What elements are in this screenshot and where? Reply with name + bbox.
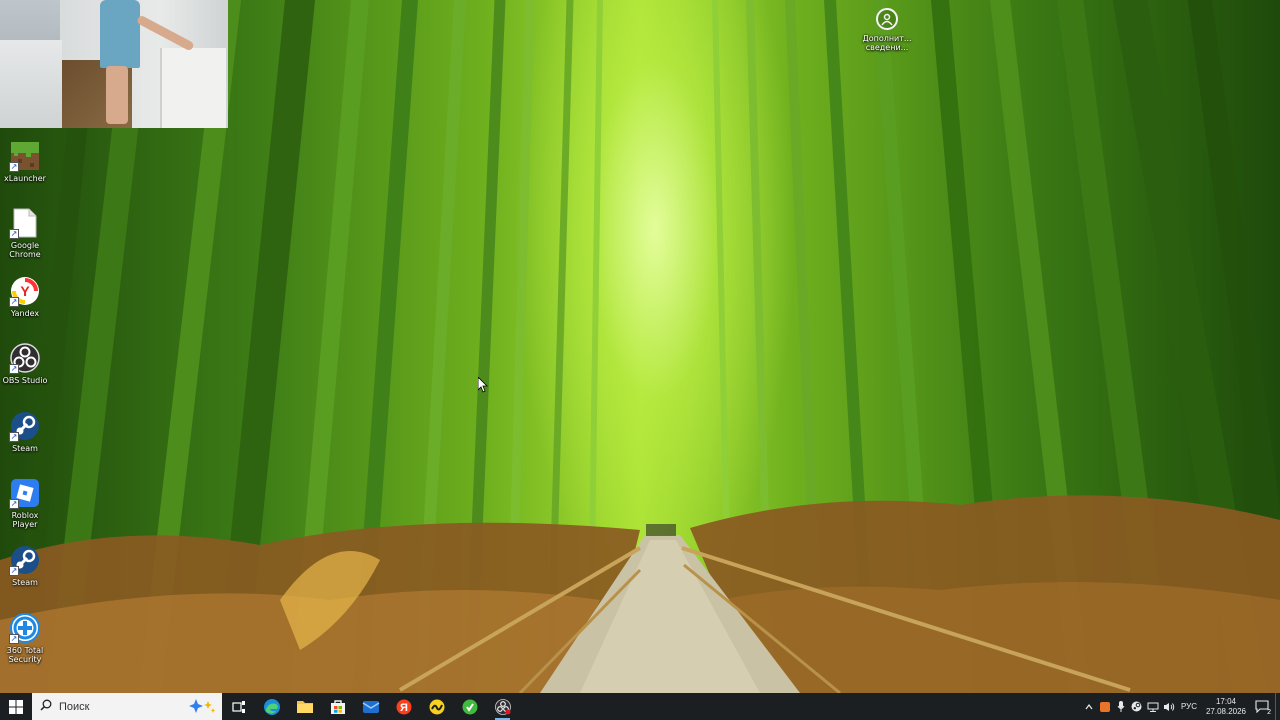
- desktop-icon-label: Google Chrome: [9, 241, 41, 259]
- start-button[interactable]: [0, 693, 32, 720]
- desktop-icon-yandex[interactable]: Y ↗ Yandex: [0, 273, 50, 335]
- desktop-icon-steam-2[interactable]: ↗ Steam: [0, 542, 50, 604]
- task-view-icon: [231, 700, 245, 713]
- desktop-icon-label: xLauncher: [4, 174, 46, 183]
- system-tray: РУС 17:04 27.08.2026 2: [1081, 693, 1280, 720]
- microphone-icon[interactable]: [1113, 693, 1129, 720]
- green-app-icon: [462, 699, 477, 714]
- svg-text:Я: Я: [400, 702, 408, 714]
- bolt-app-icon: [429, 699, 444, 714]
- search-input[interactable]: [59, 700, 179, 713]
- show-hidden-icons-chevron-icon[interactable]: [1081, 693, 1097, 720]
- blank-file-icon: ↗: [9, 207, 41, 239]
- file-explorer-icon: [296, 701, 313, 713]
- desktop-icon-steam[interactable]: ↗ Steam: [0, 408, 50, 470]
- network-icon[interactable]: [1145, 693, 1161, 720]
- show-desktop-button[interactable]: [1275, 693, 1280, 720]
- steam-icon: ↗: [9, 410, 41, 442]
- desktop-icon-google-chrome[interactable]: ↗ Google Chrome: [0, 205, 50, 267]
- 360-total-security-icon: ↗: [9, 612, 41, 644]
- taskbar-obs-button[interactable]: [486, 693, 519, 720]
- desktop-icon-label: OBS Studio: [2, 376, 48, 385]
- search-icon: [40, 699, 54, 714]
- clock-date: 27.08.2026: [1205, 706, 1247, 716]
- desktop-icon-label: Steam: [12, 444, 38, 453]
- yandex-browser-icon: Y ↗: [9, 275, 41, 307]
- taskbar-search-box[interactable]: [32, 693, 222, 720]
- desktop-icon-roblox-player[interactable]: ↗ Roblox Player: [0, 475, 50, 537]
- search-highlight-icon[interactable]: [188, 698, 216, 718]
- desktop-icon-obs-studio[interactable]: ↗ OBS Studio: [0, 340, 50, 402]
- steam-icon: ↗: [9, 544, 41, 576]
- microsoft-store-icon: [330, 699, 345, 714]
- input-language-indicator[interactable]: РУС: [1181, 702, 1197, 711]
- clock-time: 17:04: [1215, 696, 1237, 706]
- desktop-icon-label: Дополнит... сведени...: [862, 34, 912, 52]
- desktop-icon-label: 360 Total Security: [6, 646, 44, 664]
- svg-text:Y: Y: [20, 283, 30, 299]
- tray-app-orange-icon[interactable]: [1097, 693, 1113, 720]
- taskbar-store-button[interactable]: [321, 693, 354, 720]
- desktop-icon-360-total-security[interactable]: ↗ 360 Total Security: [0, 610, 50, 672]
- edge-icon: [263, 698, 280, 715]
- desktop-icon-xlauncher[interactable]: ↗ xLauncher: [0, 138, 50, 200]
- minecraft-grass-block-icon: ↗: [9, 140, 41, 172]
- obs-studio-icon: ↗: [9, 342, 41, 374]
- taskbar-edge-button[interactable]: [255, 693, 288, 720]
- task-view-button[interactable]: [222, 693, 255, 720]
- desktop-icon-label: Steam: [12, 578, 38, 587]
- mouse-cursor-icon: [477, 376, 488, 397]
- taskbar-clock[interactable]: 17:04 27.08.2026: [1203, 697, 1249, 717]
- windows-logo-icon: [9, 699, 23, 714]
- taskbar-green-app-button[interactable]: [453, 693, 486, 720]
- yandex-icon: Я: [396, 699, 411, 714]
- desktop-icon-label: Yandex: [10, 309, 40, 318]
- taskbar: Я РУС 17:04 27.08.2026: [0, 693, 1280, 720]
- taskbar-bolt-app-button[interactable]: [420, 693, 453, 720]
- volume-icon[interactable]: [1161, 693, 1177, 720]
- desktop-icon-extra-info[interactable]: Дополнит... сведени...: [859, 8, 915, 64]
- roblox-icon: ↗: [9, 477, 41, 509]
- webcam-overlay: [0, 0, 228, 128]
- info-circle-icon: [876, 8, 898, 30]
- notification-count-badge: 2: [1267, 709, 1271, 716]
- taskbar-mail-button[interactable]: [354, 693, 387, 720]
- steam-tray-icon[interactable]: [1129, 693, 1145, 720]
- mail-icon: [362, 700, 379, 713]
- taskbar-file-explorer-button[interactable]: [288, 693, 321, 720]
- desktop-icon-label: Roblox Player: [11, 511, 39, 529]
- taskbar-yandex-button[interactable]: Я: [387, 693, 420, 720]
- obs-studio-icon: [494, 698, 511, 715]
- action-center-button[interactable]: 2: [1249, 693, 1275, 720]
